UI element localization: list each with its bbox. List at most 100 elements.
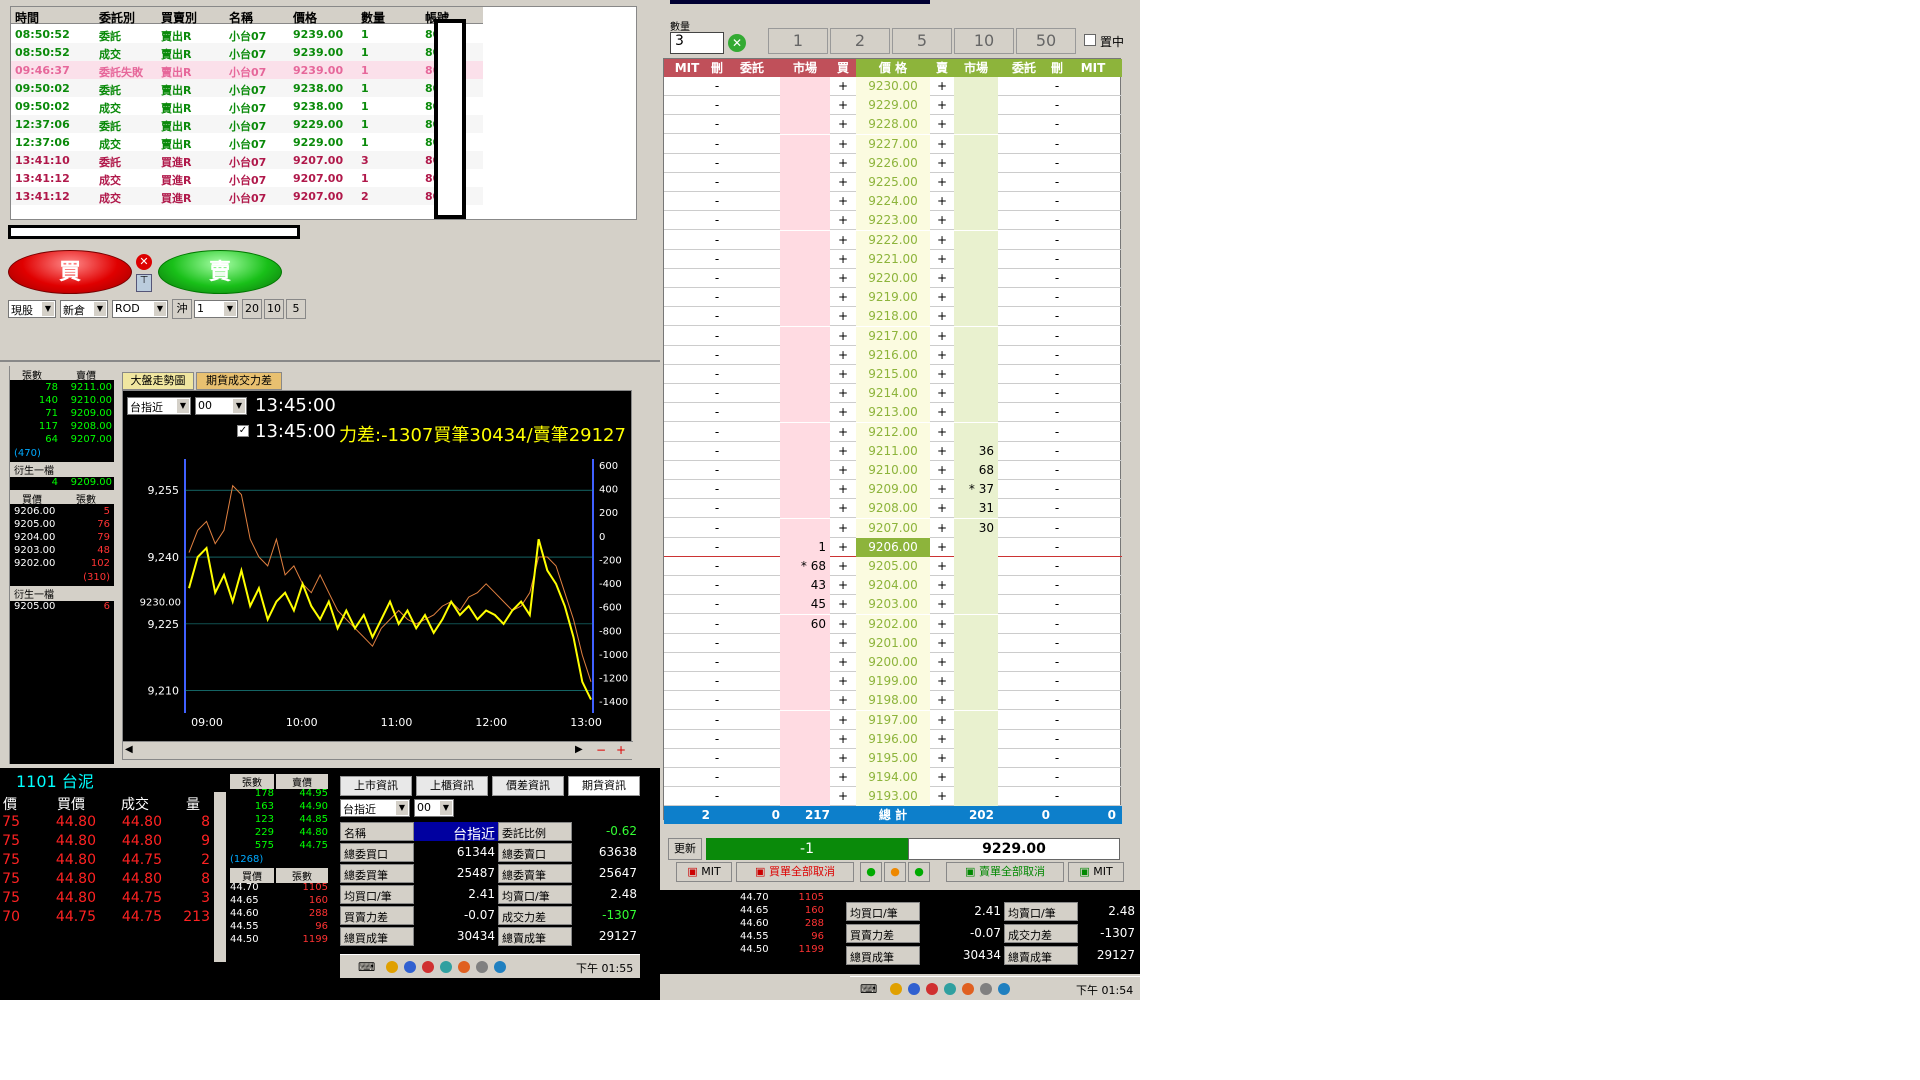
refresh-button[interactable]: 更新 (668, 838, 702, 860)
price-cell[interactable]: 9205.00 (856, 557, 930, 576)
buy-plus-cell[interactable]: + (830, 250, 856, 269)
info-symbol-select[interactable]: 台指近 (340, 799, 410, 817)
price-cell[interactable]: 9226.00 (856, 153, 930, 173)
delete-buy-cell[interactable]: - (710, 595, 724, 614)
col-side[interactable]: 買賣別 (161, 9, 197, 26)
col-name[interactable]: 名稱 (229, 9, 253, 26)
delete-sell-cell[interactable]: - (1050, 77, 1064, 96)
volume-icon[interactable] (494, 961, 506, 973)
delete-sell-cell[interactable]: - (1050, 269, 1064, 288)
chart-checkbox[interactable]: ✓ (237, 425, 249, 437)
buy-plus-cell[interactable]: + (830, 269, 856, 288)
delete-buy-cell[interactable]: - (710, 231, 724, 250)
price-cell[interactable]: 9220.00 (856, 269, 930, 288)
buy-plus-cell[interactable]: + (830, 672, 856, 691)
tab-info-0[interactable]: 上市資訊 (340, 776, 412, 796)
delete-sell-cell[interactable]: - (1050, 711, 1064, 730)
cancel-all-sell-button[interactable]: ▣ 賣單全部取消 (946, 862, 1064, 882)
buy-plus-cell[interactable]: + (830, 576, 856, 595)
buy-plus-cell[interactable]: + (830, 154, 856, 173)
price-cell[interactable]: 9225.00 (856, 173, 930, 192)
buy-plus-cell[interactable]: + (830, 442, 856, 461)
price-cell[interactable]: 9219.00 (856, 288, 930, 308)
delete-buy-cell[interactable]: - (710, 288, 724, 307)
buy-plus-cell[interactable]: + (830, 77, 856, 96)
price-cell[interactable]: 9200.00 (856, 653, 930, 672)
chart-scrollbar[interactable]: ◀ ▶ − + (123, 741, 633, 759)
delete-buy-cell[interactable]: - (710, 403, 724, 422)
col-price[interactable]: 價格 (293, 9, 317, 26)
delete-sell-cell[interactable]: - (1050, 615, 1064, 634)
buy-plus-cell[interactable]: + (830, 768, 856, 787)
sell-plus-cell[interactable]: + (930, 672, 954, 691)
delete-buy-cell[interactable]: - (710, 653, 724, 672)
sell-plus-cell[interactable]: + (930, 403, 954, 422)
delete-buy-cell[interactable]: - (710, 250, 724, 269)
delete-sell-cell[interactable]: - (1050, 461, 1064, 480)
sell-plus-cell[interactable]: + (930, 730, 954, 749)
buy-plus-cell[interactable]: + (830, 749, 856, 768)
price-cell[interactable]: 9194.00 (856, 768, 930, 788)
sell-plus-cell[interactable]: + (930, 307, 954, 326)
sell-plus-cell[interactable]: + (930, 768, 954, 787)
price-cell[interactable]: 9197.00 (856, 710, 930, 730)
tab-info-3[interactable]: 期貨資訊 (568, 776, 640, 796)
sell-plus-cell[interactable]: + (930, 192, 954, 211)
price-cell[interactable]: 9218.00 (856, 307, 930, 327)
sell-plus-cell[interactable]: + (930, 442, 954, 461)
delete-sell-cell[interactable]: - (1050, 250, 1064, 269)
tray-icon[interactable] (980, 983, 992, 995)
info-period-select[interactable]: 00 (414, 799, 454, 817)
delete-buy-cell[interactable]: - (710, 77, 724, 96)
delete-buy-cell[interactable]: - (710, 307, 724, 326)
account-type-select[interactable]: 現股 (8, 300, 56, 318)
delete-buy-cell[interactable]: - (710, 461, 724, 480)
price-cell[interactable]: 9214.00 (856, 384, 930, 404)
delete-buy-cell[interactable]: - (710, 480, 724, 499)
buy-plus-cell[interactable]: + (830, 327, 856, 346)
delete-sell-cell[interactable]: - (1050, 135, 1064, 154)
delete-buy-cell[interactable]: - (710, 691, 724, 710)
delete-sell-cell[interactable]: - (1050, 519, 1064, 538)
sell-plus-cell[interactable]: + (930, 691, 954, 710)
sell-plus-cell[interactable]: + (930, 250, 954, 269)
order-row[interactable]: 08:50:52 委託 賣出R 小台07 9239.00 1 80 (11, 25, 483, 43)
delete-buy-cell[interactable]: - (710, 327, 724, 346)
buy-plus-cell[interactable]: + (830, 96, 856, 115)
buy-plus-cell[interactable]: + (830, 115, 856, 134)
buy-plus-cell[interactable]: + (830, 461, 856, 480)
delete-sell-cell[interactable]: - (1050, 365, 1064, 384)
keyboard-icon[interactable]: ⌨ (358, 960, 375, 974)
delete-buy-cell[interactable]: - (710, 557, 724, 576)
quantity-stepper[interactable]: 1 (194, 300, 238, 318)
buy-plus-cell[interactable]: + (830, 403, 856, 422)
delete-sell-cell[interactable]: - (1050, 96, 1064, 115)
delete-buy-cell[interactable]: - (710, 576, 724, 595)
price-cell[interactable]: 9228.00 (856, 115, 930, 135)
order-row[interactable]: 08:50:52 成交 賣出R 小台07 9239.00 1 80 (11, 43, 483, 61)
price-cell[interactable]: 9199.00 (856, 672, 930, 692)
qty-5-button[interactable]: 5 (286, 299, 306, 319)
sell-plus-cell[interactable]: + (930, 461, 954, 480)
tray-icon[interactable] (962, 983, 974, 995)
tray-icon[interactable] (458, 961, 470, 973)
buy-plus-cell[interactable]: + (830, 634, 856, 653)
tray-icon[interactable] (944, 983, 956, 995)
sell-plus-cell[interactable]: + (930, 480, 954, 499)
price-cell[interactable]: 9209.00 (856, 480, 930, 500)
delete-sell-cell[interactable]: - (1050, 672, 1064, 691)
delete-buy-cell[interactable]: - (710, 787, 724, 806)
sell-button[interactable]: 賣 (158, 250, 282, 294)
delete-sell-cell[interactable]: - (1050, 499, 1064, 518)
delete-buy-cell[interactable]: - (710, 634, 724, 653)
cancel-icon[interactable]: ✕ (136, 254, 152, 270)
tray-icon[interactable] (926, 983, 938, 995)
buy-plus-cell[interactable]: + (830, 192, 856, 211)
order-row[interactable]: 13:41:12 成交 買進R 小台07 9207.00 2 80 (11, 187, 483, 205)
tray-icon[interactable] (476, 961, 488, 973)
delete-buy-cell[interactable]: - (710, 442, 724, 461)
sell-plus-cell[interactable]: + (930, 154, 954, 173)
delete-buy-cell[interactable]: - (710, 192, 724, 211)
order-row[interactable]: 12:37:06 委託 賣出R 小台07 9229.00 1 80 (11, 115, 483, 133)
delete-sell-cell[interactable]: - (1050, 154, 1064, 173)
